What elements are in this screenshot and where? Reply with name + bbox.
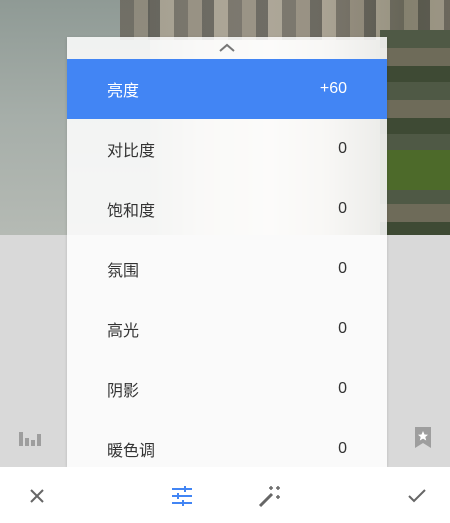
tune-sliders-icon bbox=[172, 486, 192, 506]
adjustment-label: 亮度 bbox=[107, 81, 140, 100]
adjustment-value: 0 bbox=[338, 380, 347, 397]
adjustment-label: 暖色调 bbox=[107, 441, 156, 460]
magic-wand-icon bbox=[258, 486, 280, 508]
photo-green-area bbox=[380, 150, 450, 190]
adjustment-row-warmth[interactable]: 暖色调 0 bbox=[67, 419, 387, 467]
auto-adjust-button[interactable] bbox=[255, 481, 285, 511]
adjustment-label: 高光 bbox=[107, 321, 140, 340]
close-icon bbox=[30, 489, 44, 503]
adjustment-label: 阴影 bbox=[107, 381, 140, 400]
bottom-toolbar bbox=[0, 467, 450, 523]
adjustment-value: 0 bbox=[338, 440, 347, 457]
apply-button[interactable] bbox=[402, 481, 432, 511]
adjustment-row-brightness[interactable]: 亮度 +60 bbox=[67, 59, 387, 119]
adjustment-label: 氛围 bbox=[107, 261, 140, 280]
adjustment-value: +60 bbox=[319, 80, 347, 97]
photo-editor-screen: 亮度 +60 对比度 0 饱和度 0 氛围 0 高光 0 阴影 0 暖色调 0 bbox=[0, 0, 450, 523]
adjustment-value: 0 bbox=[338, 260, 347, 277]
adjustment-row-highlights[interactable]: 高光 0 bbox=[67, 299, 387, 359]
adjustment-row-contrast[interactable]: 对比度 0 bbox=[67, 119, 387, 179]
cancel-button[interactable] bbox=[22, 481, 52, 511]
photo-buildings-area bbox=[380, 30, 450, 235]
adjustment-value: 0 bbox=[338, 200, 347, 217]
adjustment-value: 0 bbox=[338, 140, 347, 157]
adjustment-row-shadows[interactable]: 阴影 0 bbox=[67, 359, 387, 419]
tune-button[interactable] bbox=[167, 481, 197, 511]
adjustment-row-ambiance[interactable]: 氛围 0 bbox=[67, 239, 387, 299]
adjustment-label: 饱和度 bbox=[107, 201, 156, 220]
panel-collapse-handle[interactable] bbox=[67, 37, 387, 59]
histogram-icon[interactable] bbox=[18, 425, 44, 451]
checkmark-icon bbox=[408, 489, 426, 503]
adjustment-label: 对比度 bbox=[107, 141, 156, 160]
chevron-up-icon bbox=[219, 43, 235, 52]
adjustment-row-saturation[interactable]: 饱和度 0 bbox=[67, 179, 387, 239]
bookmark-star-icon[interactable] bbox=[410, 425, 436, 451]
adjustment-panel: 亮度 +60 对比度 0 饱和度 0 氛围 0 高光 0 阴影 0 暖色调 0 bbox=[67, 37, 387, 467]
adjustment-value: 0 bbox=[338, 320, 347, 337]
